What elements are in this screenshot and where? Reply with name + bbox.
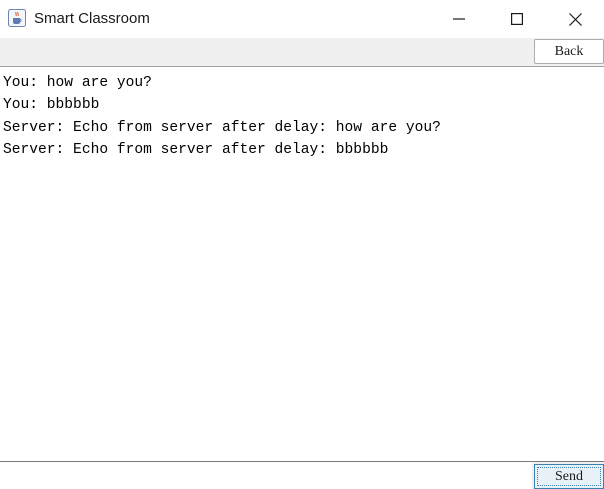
chat-message: Server: Echo from server after delay: bb… (3, 142, 389, 158)
chat-message: You: how are you? (3, 75, 152, 91)
window-title: Smart Classroom (34, 10, 150, 27)
maximize-icon (511, 13, 523, 25)
chat-message: You: bbbbbb (3, 97, 100, 113)
close-button[interactable] (546, 0, 604, 38)
chat-message: Server: Echo from server after delay: ho… (3, 120, 441, 136)
minimize-icon (453, 18, 465, 20)
maximize-button[interactable] (488, 0, 546, 38)
composer-bar: Send (0, 461, 604, 489)
chat-log[interactable]: You: how are you? You: bbbbbb Server: Ec… (0, 67, 604, 461)
java-cup-icon (8, 9, 26, 27)
message-input[interactable] (0, 462, 532, 489)
app-window: Smart Classroom Back You: how are you? Y… (0, 0, 604, 489)
back-button[interactable]: Back (534, 39, 604, 64)
top-toolbar: Back (0, 38, 604, 67)
minimize-button[interactable] (430, 0, 488, 38)
close-icon (568, 12, 582, 26)
title-bar[interactable]: Smart Classroom (0, 0, 604, 38)
send-button[interactable]: Send (534, 464, 604, 489)
